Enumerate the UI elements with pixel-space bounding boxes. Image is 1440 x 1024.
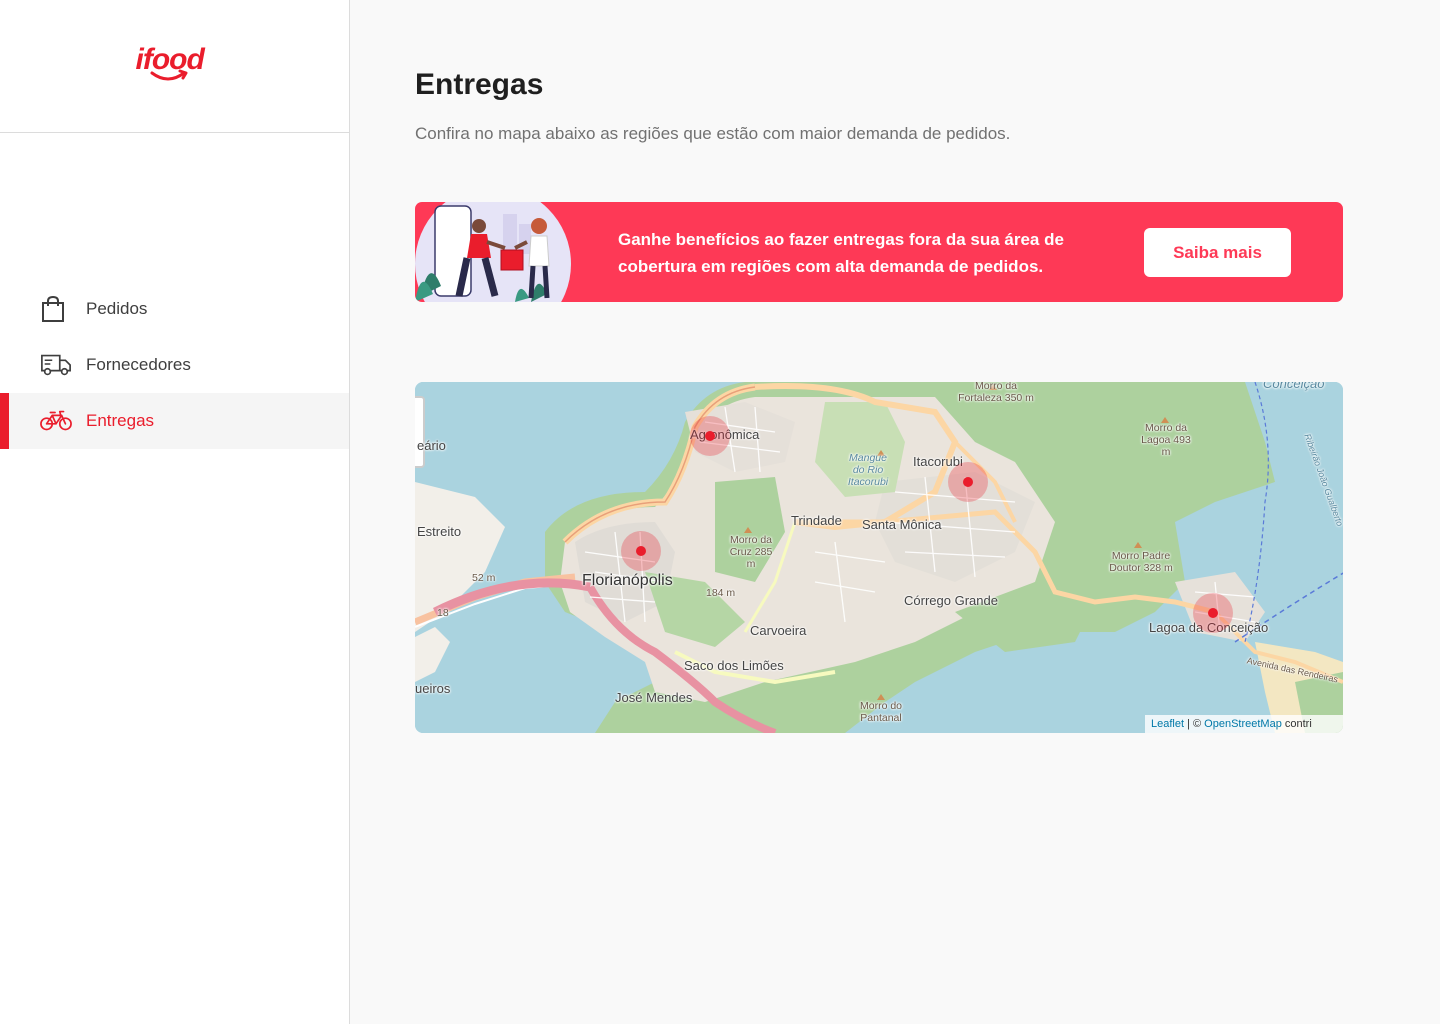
saiba-mais-button[interactable]: Saiba mais	[1144, 228, 1291, 277]
truck-icon	[40, 351, 72, 379]
promo-banner: Ganhe benefícios ao fazer entregas fora …	[415, 202, 1343, 302]
sidebar-item-fornecedores[interactable]: Fornecedores	[0, 337, 349, 393]
delivery-illustration	[415, 202, 571, 302]
sidebar: ifood Pedidos Fornecedores Entregas	[0, 0, 350, 1024]
map-label-jose-mendes: José Mendes	[615, 690, 693, 705]
map-label-edge-left-bottom: ueiros	[415, 681, 451, 696]
demand-hotspot[interactable]	[690, 416, 730, 456]
map-label-morro-lagoa: Morro da Lagoa 493 m	[1141, 422, 1191, 458]
bicycle-icon	[40, 407, 72, 435]
attribution-suffix: contri	[1281, 718, 1312, 730]
map-label-carvoeira: Carvoeira	[750, 623, 807, 638]
map-label-edge-left-top: eário	[417, 438, 446, 453]
page-title: Entregas	[415, 68, 544, 101]
sidebar-item-entregas[interactable]: Entregas	[0, 393, 349, 449]
attribution-separator: | ©	[1184, 718, 1205, 730]
map-attribution: Leaflet | © OpenStreetMap contri	[1145, 715, 1343, 733]
demand-hotspot[interactable]	[621, 531, 661, 571]
map-label-conceicao-edge: Conceição	[1263, 382, 1325, 391]
demand-hotspot[interactable]	[948, 462, 988, 502]
map-tiles	[415, 382, 1343, 733]
sidebar-item-pedidos[interactable]: Pedidos	[0, 281, 349, 337]
map-label-elev-52: 52 m	[472, 572, 496, 584]
map-label-morro-padre: Morro Padre Doutor 328 m	[1109, 550, 1173, 574]
map-label-mangue: Mangue do Rio Itacorubi	[847, 452, 889, 488]
sidebar-nav: Pedidos Fornecedores Entregas	[0, 281, 349, 449]
banner-text: Ganhe benefícios ao fazer entregas fora …	[618, 230, 1064, 276]
sidebar-item-label: Fornecedores	[86, 355, 191, 374]
page-subtitle: Confira no mapa abaixo as regiões que es…	[415, 124, 1011, 143]
shopping-bag-icon	[40, 295, 72, 323]
map-label-trindade: Trindade	[791, 513, 842, 528]
leaflet-link[interactable]: Leaflet	[1151, 718, 1184, 730]
map-label-florianopolis: Florianópolis	[582, 572, 673, 589]
map-label-saco-dos-limoes: Saco dos Limões	[684, 658, 784, 673]
ifood-logo[interactable]: ifood	[130, 41, 220, 91]
osm-link[interactable]: OpenStreetMap	[1204, 718, 1282, 730]
map-label-elev-184: 184 m	[706, 587, 736, 599]
sidebar-item-label: Pedidos	[86, 299, 148, 318]
zoom-control[interactable]	[415, 396, 425, 468]
map-label-morro-pantanal: Morro do Pantanal	[859, 700, 902, 724]
map-label-morro-fortaleza: Morro da Fortaleza 350 m	[958, 382, 1034, 404]
map-label-estreito: Estreito	[417, 524, 462, 539]
logo-smile-icon	[150, 69, 187, 81]
demand-map[interactable]: Agronômica Itacorubi Trindade Santa Môni…	[415, 382, 1343, 733]
map-label-morro-cruz: Morro da Cruz 285 m	[729, 534, 773, 570]
logo-area: ifood	[0, 0, 349, 133]
sidebar-item-label: Entregas	[86, 411, 155, 430]
map-label-santa-monica: Santa Mônica	[862, 517, 942, 532]
map-label-road-18: 18	[437, 607, 449, 619]
demand-hotspot[interactable]	[1193, 593, 1233, 633]
map-label-corrego-grande: Córrego Grande	[904, 593, 998, 608]
